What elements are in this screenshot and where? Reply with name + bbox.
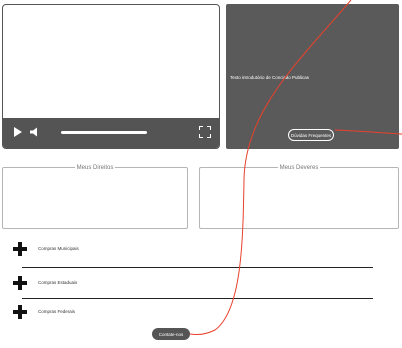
fullscreen-icon[interactable]: [199, 126, 211, 138]
rights-legend: Meus Direitos: [74, 165, 116, 171]
play-icon[interactable]: [14, 127, 22, 137]
duties-box: Meus Deveres: [199, 165, 399, 229]
divider: [22, 298, 373, 299]
divider: [22, 267, 373, 268]
video-progress-track[interactable]: [61, 131, 147, 134]
rights-box: Meus Direitos: [2, 165, 188, 229]
purchase-label: Compras Estaduais: [38, 280, 78, 285]
plus-icon[interactable]: [13, 276, 27, 290]
video-controls-bar: [3, 118, 219, 148]
purchase-label: Compras Municipais: [38, 246, 79, 251]
intro-text: Texto introdutório de Concisão Publicas: [230, 75, 310, 80]
duties-legend: Meus Deveres: [277, 165, 321, 171]
info-panel: Texto introdutório de Concisão Publicas …: [226, 4, 399, 149]
faq-button[interactable]: Dúvidas Frequentes: [288, 129, 334, 141]
plus-icon[interactable]: [13, 305, 27, 319]
volume-icon[interactable]: [30, 127, 40, 137]
contact-button[interactable]: Contate-nos: [152, 328, 190, 340]
purchase-label: Compras Federais: [38, 309, 76, 314]
video-player[interactable]: [2, 4, 220, 149]
plus-icon[interactable]: [13, 242, 27, 256]
